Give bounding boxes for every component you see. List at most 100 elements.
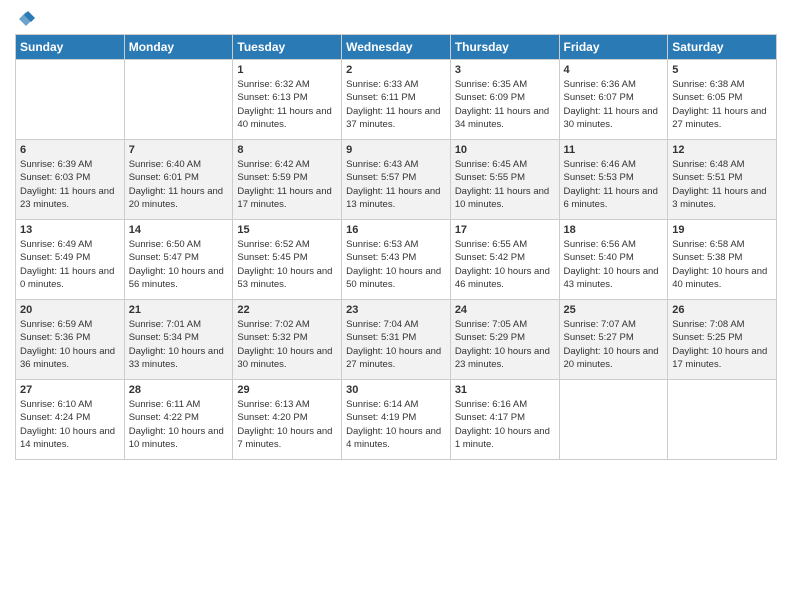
cell-info: Sunrise: 6:42 AM Sunset: 5:59 PM Dayligh…: [237, 158, 337, 211]
calendar-cell: 30 Sunrise: 6:14 AM Sunset: 4:19 PM Dayli…: [342, 380, 451, 460]
calendar-cell: 7Sunrise: 6:40 AM Sunset: 6:01 PM Daylig…: [124, 140, 233, 220]
week-row-4: 20 Sunrise: 6:59 AM Sunset: 5:36 PM Dayli…: [16, 300, 777, 380]
cell-info: Sunrise: 6:48 AM Sunset: 5:51 PM Dayligh…: [672, 158, 772, 211]
day-header-friday: Friday: [559, 35, 668, 60]
cell-date: 4: [564, 64, 664, 76]
cell-date: 12: [672, 144, 772, 156]
cell-info: Sunrise: 6:38 AM Sunset: 6:05 PM Dayligh…: [672, 78, 772, 131]
cell-date: 11: [564, 144, 664, 156]
calendar-cell: [16, 60, 125, 140]
calendar-cell: 19 Sunrise: 6:58 AM Sunset: 5:38 PM Dayli…: [668, 220, 777, 300]
calendar-cell: [668, 380, 777, 460]
cell-date: 7: [129, 144, 229, 156]
cell-date: 29: [237, 384, 337, 396]
calendar-cell: 31 Sunrise: 6:16 AM Sunset: 4:17 PM Dayli…: [450, 380, 559, 460]
cell-info: Sunrise: 6:45 AM Sunset: 5:55 PM Dayligh…: [455, 158, 555, 211]
cell-date: 13: [20, 224, 120, 236]
cell-info: Sunrise: 6:50 AM Sunset: 5:47 PM Dayligh…: [129, 238, 229, 291]
calendar-cell: [124, 60, 233, 140]
cell-date: 2: [346, 64, 446, 76]
calendar-cell: 28Sunrise: 6:11 AM Sunset: 4:22 PM Dayli…: [124, 380, 233, 460]
day-header-monday: Monday: [124, 35, 233, 60]
cell-date: 19: [672, 224, 772, 236]
cell-date: 30: [346, 384, 446, 396]
cell-date: 20: [20, 304, 120, 316]
calendar-cell: 5 Sunrise: 6:38 AM Sunset: 6:05 PM Daylig…: [668, 60, 777, 140]
cell-info: Sunrise: 6:16 AM Sunset: 4:17 PM Dayligh…: [455, 398, 555, 451]
cell-date: 24: [455, 304, 555, 316]
cell-info: Sunrise: 6:52 AM Sunset: 5:45 PM Dayligh…: [237, 238, 337, 291]
week-row-1: 1 Sunrise: 6:32 AM Sunset: 6:13 PM Daylig…: [16, 60, 777, 140]
cell-info: Sunrise: 6:39 AM Sunset: 6:03 PM Dayligh…: [20, 158, 120, 211]
week-row-2: 6Sunrise: 6:39 AM Sunset: 6:03 PM Daylig…: [16, 140, 777, 220]
cell-date: 8: [237, 144, 337, 156]
cell-date: 23: [346, 304, 446, 316]
cell-info: Sunrise: 7:08 AM Sunset: 5:25 PM Dayligh…: [672, 318, 772, 371]
cell-date: 26: [672, 304, 772, 316]
cell-date: 16: [346, 224, 446, 236]
calendar-cell: 3Sunrise: 6:35 AM Sunset: 6:09 PM Daylig…: [450, 60, 559, 140]
calendar-cell: 9 Sunrise: 6:43 AM Sunset: 5:57 PM Daylig…: [342, 140, 451, 220]
calendar-cell: [559, 380, 668, 460]
logo: [15, 10, 35, 28]
cell-info: Sunrise: 7:07 AM Sunset: 5:27 PM Dayligh…: [564, 318, 664, 371]
day-header-sunday: Sunday: [16, 35, 125, 60]
cell-info: Sunrise: 6:59 AM Sunset: 5:36 PM Dayligh…: [20, 318, 120, 371]
cell-info: Sunrise: 6:36 AM Sunset: 6:07 PM Dayligh…: [564, 78, 664, 131]
day-header-saturday: Saturday: [668, 35, 777, 60]
calendar-cell: 2 Sunrise: 6:33 AM Sunset: 6:11 PM Daylig…: [342, 60, 451, 140]
calendar-cell: 8 Sunrise: 6:42 AM Sunset: 5:59 PM Daylig…: [233, 140, 342, 220]
cell-info: Sunrise: 6:58 AM Sunset: 5:38 PM Dayligh…: [672, 238, 772, 291]
cell-date: 21: [129, 304, 229, 316]
day-header-tuesday: Tuesday: [233, 35, 342, 60]
calendar-cell: 18Sunrise: 6:56 AM Sunset: 5:40 PM Dayli…: [559, 220, 668, 300]
calendar-cell: 27 Sunrise: 6:10 AM Sunset: 4:24 PM Dayli…: [16, 380, 125, 460]
cell-date: 10: [455, 144, 555, 156]
logo-icon: [17, 10, 35, 28]
cell-info: Sunrise: 6:55 AM Sunset: 5:42 PM Dayligh…: [455, 238, 555, 291]
cell-date: 25: [564, 304, 664, 316]
calendar-cell: 4 Sunrise: 6:36 AM Sunset: 6:07 PM Daylig…: [559, 60, 668, 140]
calendar-table: SundayMondayTuesdayWednesdayThursdayFrid…: [15, 34, 777, 460]
cell-info: Sunrise: 7:02 AM Sunset: 5:32 PM Dayligh…: [237, 318, 337, 371]
header: [15, 10, 777, 28]
calendar-cell: 29 Sunrise: 6:13 AM Sunset: 4:20 PM Dayli…: [233, 380, 342, 460]
cell-info: Sunrise: 7:01 AM Sunset: 5:34 PM Dayligh…: [129, 318, 229, 371]
cell-date: 17: [455, 224, 555, 236]
calendar-cell: 14 Sunrise: 6:50 AM Sunset: 5:47 PM Dayli…: [124, 220, 233, 300]
calendar-cell: 11 Sunrise: 6:46 AM Sunset: 5:53 PM Dayli…: [559, 140, 668, 220]
cell-info: Sunrise: 6:13 AM Sunset: 4:20 PM Dayligh…: [237, 398, 337, 451]
cell-info: Sunrise: 6:14 AM Sunset: 4:19 PM Dayligh…: [346, 398, 446, 451]
cell-info: Sunrise: 6:46 AM Sunset: 5:53 PM Dayligh…: [564, 158, 664, 211]
calendar-cell: 1 Sunrise: 6:32 AM Sunset: 6:13 PM Daylig…: [233, 60, 342, 140]
calendar-cell: 25 Sunrise: 7:07 AM Sunset: 5:27 PM Dayli…: [559, 300, 668, 380]
cell-date: 27: [20, 384, 120, 396]
page: SundayMondayTuesdayWednesdayThursdayFrid…: [0, 0, 792, 612]
cell-date: 5: [672, 64, 772, 76]
cell-info: Sunrise: 6:43 AM Sunset: 5:57 PM Dayligh…: [346, 158, 446, 211]
cell-date: 3: [455, 64, 555, 76]
cell-info: Sunrise: 6:53 AM Sunset: 5:43 PM Dayligh…: [346, 238, 446, 291]
cell-date: 9: [346, 144, 446, 156]
cell-date: 31: [455, 384, 555, 396]
calendar-cell: 15Sunrise: 6:52 AM Sunset: 5:45 PM Dayli…: [233, 220, 342, 300]
cell-date: 28: [129, 384, 229, 396]
calendar-cell: 20 Sunrise: 6:59 AM Sunset: 5:36 PM Dayli…: [16, 300, 125, 380]
cell-date: 1: [237, 64, 337, 76]
cell-date: 18: [564, 224, 664, 236]
calendar-cell: 16 Sunrise: 6:53 AM Sunset: 5:43 PM Dayli…: [342, 220, 451, 300]
cell-info: Sunrise: 6:49 AM Sunset: 5:49 PM Dayligh…: [20, 238, 120, 291]
cell-info: Sunrise: 6:33 AM Sunset: 6:11 PM Dayligh…: [346, 78, 446, 131]
calendar-cell: 26 Sunrise: 7:08 AM Sunset: 5:25 PM Dayli…: [668, 300, 777, 380]
calendar-cell: 23 Sunrise: 7:04 AM Sunset: 5:31 PM Dayli…: [342, 300, 451, 380]
week-row-5: 27 Sunrise: 6:10 AM Sunset: 4:24 PM Dayli…: [16, 380, 777, 460]
header-row: SundayMondayTuesdayWednesdayThursdayFrid…: [16, 35, 777, 60]
cell-info: Sunrise: 7:04 AM Sunset: 5:31 PM Dayligh…: [346, 318, 446, 371]
cell-info: Sunrise: 6:10 AM Sunset: 4:24 PM Dayligh…: [20, 398, 120, 451]
cell-info: Sunrise: 6:32 AM Sunset: 6:13 PM Dayligh…: [237, 78, 337, 131]
cell-info: Sunrise: 7:05 AM Sunset: 5:29 PM Dayligh…: [455, 318, 555, 371]
calendar-cell: 21 Sunrise: 7:01 AM Sunset: 5:34 PM Dayli…: [124, 300, 233, 380]
cell-date: 14: [129, 224, 229, 236]
day-header-wednesday: Wednesday: [342, 35, 451, 60]
calendar-cell: 6Sunrise: 6:39 AM Sunset: 6:03 PM Daylig…: [16, 140, 125, 220]
